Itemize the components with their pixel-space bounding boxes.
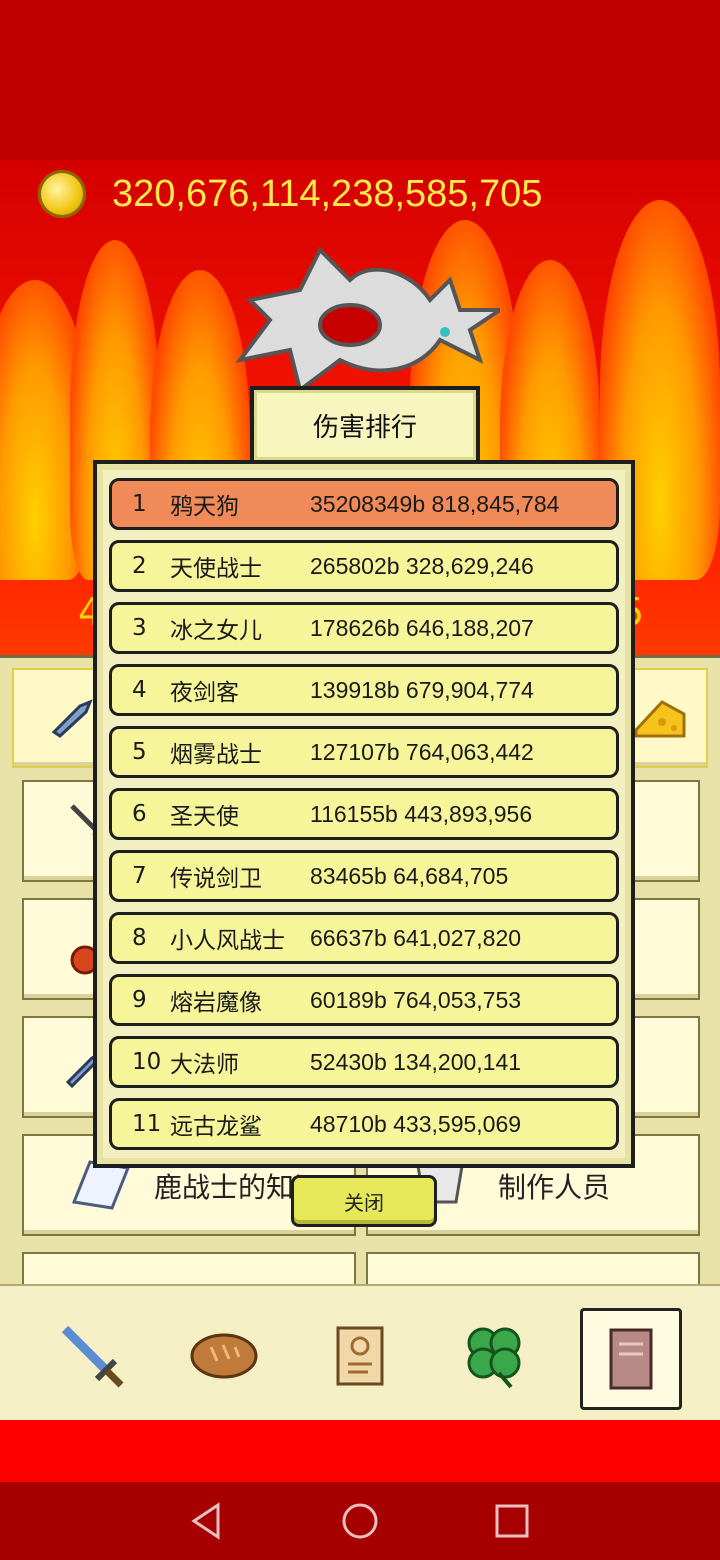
- bottom-nav: [0, 1284, 720, 1421]
- ranking-list[interactable]: 1 鸦天狗 35208349b 818,845,784 2 天使战士 265802b 3…: [109, 478, 619, 1160]
- gold-coin-icon: [38, 170, 86, 218]
- ranking-row: 2 天使战士 265802b 328,629,246: [109, 540, 619, 592]
- player-name: 大法师: [170, 1052, 239, 1078]
- close-button[interactable]: 关闭: [291, 1175, 437, 1227]
- system-nav-bar: [0, 1482, 720, 1560]
- ranking-row: 5 烟雾战士 127107b 764,063,442: [109, 726, 619, 778]
- nav-bread[interactable]: [176, 1308, 272, 1404]
- damage-score: 265802b 328,629,246: [310, 552, 534, 579]
- damage-score: 66637b 641,027,820: [310, 924, 522, 951]
- rank-number: 1: [132, 491, 147, 517]
- ranking-row: 3 冰之女儿 178626b 646,188,207: [109, 602, 619, 654]
- scroll-icon: [336, 1326, 384, 1386]
- ranking-row: 11 远古龙鲨 48710b 433,595,069: [109, 1098, 619, 1150]
- currency-display: 320,676,114,238,585,705: [38, 170, 542, 218]
- player-name: 冰之女儿: [170, 618, 262, 644]
- bottom-red-strip: [0, 1420, 720, 1482]
- ranking-title: 伤害排行: [312, 412, 417, 443]
- damage-score: 127107b 764,063,442: [310, 738, 534, 765]
- nav-clover[interactable]: [446, 1308, 542, 1404]
- rank-number: 4: [132, 677, 147, 703]
- nav-scroll[interactable]: [312, 1308, 408, 1404]
- back-icon[interactable]: [166, 1482, 246, 1560]
- damage-score: 139918b 679,904,774: [310, 676, 534, 703]
- damage-ranking-dialog: 1 鸦天狗 35208349b 818,845,784 2 天使战士 265802b 3…: [93, 460, 635, 1168]
- player-name: 烟雾战士: [170, 742, 262, 768]
- rank-number: 5: [132, 739, 147, 765]
- credits-label: 制作人员: [498, 1171, 611, 1204]
- nav-sword[interactable]: [44, 1308, 140, 1404]
- player-name: 传说剑卫: [170, 866, 262, 892]
- rank-number: 10: [132, 1049, 162, 1075]
- clover-icon: [467, 1327, 521, 1389]
- player-name: 天使战士: [170, 556, 262, 582]
- rank-number: 2: [132, 553, 147, 579]
- damage-score: 35208349b 818,845,784: [310, 490, 560, 517]
- rank-number: 11: [132, 1111, 162, 1137]
- player-name: 小人风战士: [170, 928, 285, 954]
- rank-number: 3: [132, 615, 147, 641]
- ranking-row: 4 夜剑客 139918b 679,904,774: [109, 664, 619, 716]
- dragon-boss-icon: [235, 246, 500, 394]
- sword-icon: [61, 1325, 124, 1388]
- ranking-row: 9 熔岩魔像 60189b 764,053,753: [109, 974, 619, 1026]
- damage-score: 48710b 433,595,069: [310, 1110, 522, 1137]
- book-icon: [609, 1328, 653, 1390]
- ranking-title-box: 伤害排行: [250, 386, 480, 464]
- rank-number: 7: [132, 863, 147, 889]
- damage-score: 83465b 64,684,705: [310, 862, 509, 889]
- close-label: 关闭: [344, 1190, 384, 1215]
- bread-icon: [190, 1333, 258, 1379]
- damage-score: 52430b 134,200,141: [310, 1048, 522, 1075]
- top-background: [0, 0, 720, 160]
- rank-number: 6: [132, 801, 147, 827]
- ranking-row: 7 传说剑卫 83465b 64,684,705: [109, 850, 619, 902]
- damage-score: 178626b 646,188,207: [310, 614, 534, 641]
- player-name: 圣天使: [170, 804, 239, 830]
- recents-icon[interactable]: [472, 1482, 552, 1560]
- player-name: 鸦天狗: [170, 494, 239, 520]
- damage-score: 116155b 443,893,956: [310, 800, 533, 827]
- ranking-row: 10 大法师 52430b 134,200,141: [109, 1036, 619, 1088]
- nav-book[interactable]: [580, 1308, 682, 1410]
- damage-score: 60189b 764,053,753: [310, 986, 522, 1013]
- currency-amount: 320,676,114,238,585,705: [112, 172, 543, 215]
- player-name: 远古龙鲨: [170, 1114, 262, 1140]
- player-name: 夜剑客: [170, 680, 239, 706]
- rank-number: 8: [132, 925, 147, 951]
- player-name: 熔岩魔像: [170, 990, 262, 1016]
- cheese-icon: [634, 700, 686, 738]
- home-icon[interactable]: [320, 1482, 400, 1560]
- ranking-row: 6 圣天使 116155b 443,893,956: [109, 788, 619, 840]
- ranking-row: 8 小人风战士 66637b 641,027,820: [109, 912, 619, 964]
- rank-number: 9: [132, 987, 147, 1013]
- ranking-row: 1 鸦天狗 35208349b 818,845,784: [109, 478, 619, 530]
